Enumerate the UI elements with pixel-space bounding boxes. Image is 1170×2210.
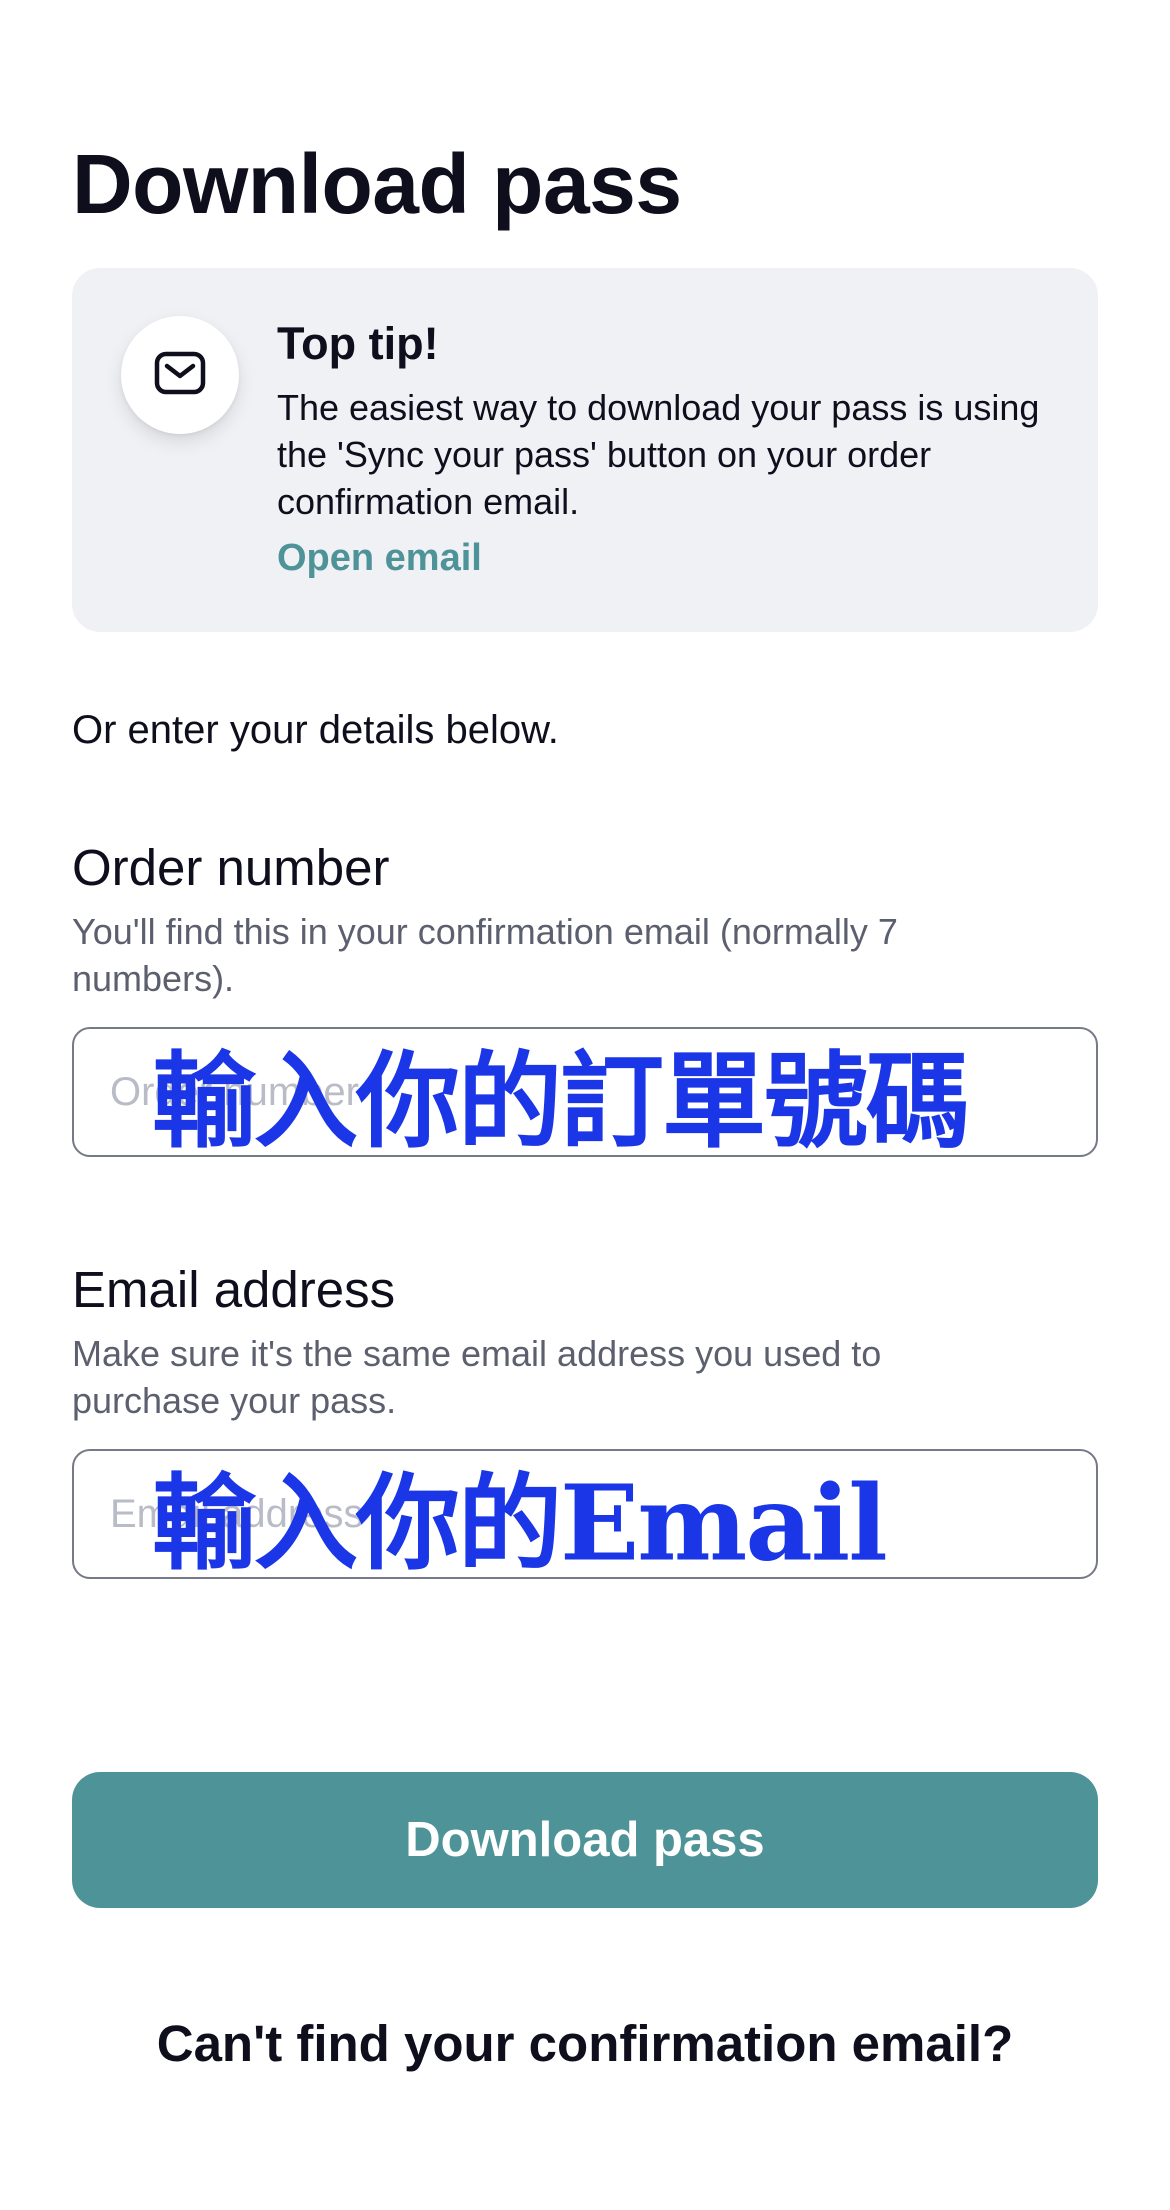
intro-text: Or enter your details below. [72,708,559,752]
email-address-field[interactable]: 輸入你的Email [72,1449,1098,1579]
email-address-input[interactable] [74,1451,1096,1577]
cant-find-email-link[interactable]: Can't find your confirmation email? [0,2014,1170,2073]
email-icon [154,351,206,400]
tip-body: The easiest way to download your pass is… [277,386,1040,522]
tip-content: Top tip! The easiest way to download you… [277,318,1057,580]
order-number-field[interactable]: 輸入你的訂單號碼 [72,1027,1098,1157]
email-address-hint: Make sure it's the same email address yo… [72,1333,882,1421]
email-address-label: Email address [72,1261,396,1318]
order-number-input[interactable] [74,1029,1096,1155]
tip-title: Top tip! [277,318,439,369]
top-tip-card: Top tip! The easiest way to download you… [72,268,1098,632]
page-title: Download pass [72,137,682,231]
order-number-label: Order number [72,839,390,896]
open-email-link[interactable]: Open email [277,537,482,580]
tip-icon-badge [121,316,239,434]
download-pass-button[interactable]: Download pass [72,1772,1098,1908]
order-number-hint: You'll find this in your confirmation em… [72,911,898,999]
